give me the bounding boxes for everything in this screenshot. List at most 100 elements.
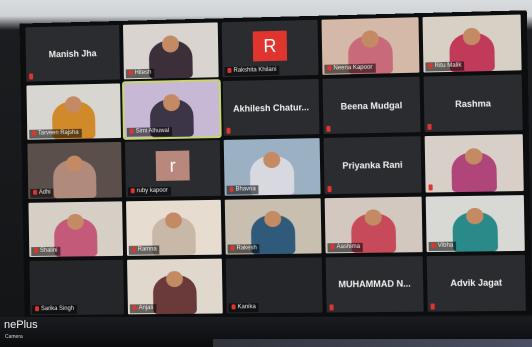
participant-name: Manish Jha — [48, 47, 97, 59]
participant-label-text: Kanika — [237, 304, 256, 311]
participant-tile[interactable]: Hitesh — [122, 22, 219, 80]
muted-mic-icon — [330, 243, 335, 249]
muted-mic-icon — [430, 303, 435, 310]
muted-mic-icon — [32, 130, 37, 136]
participant-name: Rashma — [455, 98, 491, 109]
participant-tile[interactable]: Aashima — [324, 196, 423, 254]
participant-tile[interactable]: Manish Jha — [25, 24, 121, 82]
muted-mic-icon — [29, 73, 34, 80]
participant-label-text: Hitesh — [134, 69, 152, 77]
participant-tile[interactable]: Akhilesh Chatur... — [222, 79, 320, 137]
muted-mic-icon — [428, 63, 433, 69]
muted-mic-icon — [129, 129, 134, 135]
participant-tile[interactable]: MUHAMMAD N... — [325, 255, 424, 313]
participant-tile[interactable]: Priyanka Rani — [323, 136, 422, 194]
participant-label: Sarika Singh — [32, 304, 78, 315]
participant-face — [361, 30, 380, 48]
participant-tile[interactable] — [424, 134, 524, 193]
muted-mic-icon — [229, 186, 234, 192]
participant-label-text: Sarika Singh — [40, 305, 75, 313]
muted-mic-icon — [329, 304, 334, 311]
participant-face — [165, 270, 184, 288]
participant-tile[interactable]: Rakesh — [224, 197, 322, 255]
participant-face — [65, 155, 84, 172]
muted-mic-icon — [35, 306, 40, 312]
participant-label: Tarveen Rajsha — [29, 129, 82, 140]
participant-face — [364, 209, 383, 226]
participant-label: Neena Kapoor — [324, 63, 376, 74]
muted-mic-icon — [231, 304, 236, 310]
participant-tile[interactable]: Bhavna — [223, 138, 321, 196]
participant-tile[interactable]: R Rakshita Khilani — [221, 19, 319, 78]
participant-tile[interactable]: Shalini — [28, 200, 124, 257]
participant-tile[interactable]: Advik Jagat — [426, 254, 526, 312]
muted-mic-icon — [327, 185, 332, 192]
muted-mic-icon — [34, 247, 39, 253]
avatar: R — [252, 30, 288, 62]
photo: Manish Jha Hitesh R Rakshita Khilani Neena K… — [0, 0, 532, 347]
muted-mic-icon — [427, 124, 432, 131]
muted-mic-icon — [130, 187, 135, 193]
participant-face — [66, 213, 85, 231]
participant-label: Ritu Malik — [425, 61, 465, 72]
participant-label-text: Rakshita Khilani — [233, 67, 277, 75]
taskbar-strip — [212, 339, 532, 347]
participant-tile[interactable]: r ruby kapoor — [125, 140, 221, 197]
muted-mic-icon — [128, 70, 133, 76]
muted-mic-icon — [132, 305, 137, 311]
participant-face — [462, 27, 481, 46]
participant-label: Simi Alhuwal — [126, 127, 173, 138]
participant-label: ruby kapoor — [127, 186, 171, 196]
participant-label-text: Vibha — [437, 242, 454, 249]
muted-mic-icon — [227, 68, 232, 74]
participant-tile[interactable]: Neena Kapoor — [321, 17, 420, 76]
muted-mic-icon — [326, 126, 331, 133]
participant-label-text: Tarveen Rajsha — [37, 130, 79, 137]
participant-tile[interactable]: Sarika Singh — [29, 259, 125, 316]
participant-label-text: Rakesh — [236, 245, 257, 252]
participant-tile[interactable]: Vibha — [425, 194, 525, 252]
participant-name: Advik Jagat — [450, 277, 503, 289]
participant-label: Vibha — [428, 241, 457, 251]
participant-label: Ramna — [128, 245, 160, 255]
participant-tile[interactable]: Beena Mudgal — [322, 76, 421, 135]
participant-label: Kanika — [228, 303, 259, 313]
participant-tile[interactable]: Adhi — [27, 142, 123, 199]
participant-face — [466, 207, 484, 225]
participant-label-text: Aashima — [336, 243, 361, 250]
participant-face — [264, 210, 282, 228]
avatar: r — [155, 150, 190, 182]
muted-mic-icon — [428, 183, 433, 191]
participant-label: Rakshita Khilani — [224, 66, 280, 77]
participant-label: Bhavna — [226, 184, 259, 195]
participant-label: Hitesh — [125, 68, 155, 79]
participant-label: Shalini — [31, 246, 61, 256]
participant-tile[interactable]: Ramna — [126, 199, 222, 256]
participant-tile[interactable]: Kanika — [225, 257, 323, 314]
muted-mic-icon — [327, 65, 332, 71]
participant-tile[interactable]: Tarveen Rajsha — [26, 83, 122, 141]
muted-mic-icon — [226, 128, 231, 135]
participant-label-text: Anjali — [138, 305, 154, 312]
participant-label: Aashima — [327, 242, 364, 253]
participant-tile[interactable]: Ritu Malik — [422, 14, 522, 73]
muted-mic-icon — [33, 189, 38, 195]
participant-tile[interactable]: Rashma — [423, 74, 523, 133]
taskbar — [0, 317, 532, 347]
muted-mic-icon — [131, 246, 136, 252]
participant-label-text: Bhavna — [235, 185, 256, 193]
participant-label: Rakesh — [227, 243, 260, 254]
participant-label: Anjali — [129, 304, 157, 314]
participant-name: Akhilesh Chatur... — [233, 101, 310, 114]
camera-watermark-sub: Camera — [5, 334, 23, 340]
participant-face — [164, 212, 183, 229]
participant-face — [464, 147, 483, 165]
participant-tile[interactable]: Simi Alhuwal — [122, 79, 222, 141]
participant-label-text: Ramna — [137, 246, 157, 253]
participant-label-text: Shalini — [39, 247, 58, 254]
muted-mic-icon — [431, 242, 436, 248]
participant-tile[interactable]: Anjali — [127, 258, 223, 315]
participant-face — [263, 151, 281, 169]
video-conference-screen: Manish Jha Hitesh R Rakshita Khilani Neena K… — [19, 10, 532, 320]
participant-label-text: Simi Alhuwal — [135, 128, 170, 136]
